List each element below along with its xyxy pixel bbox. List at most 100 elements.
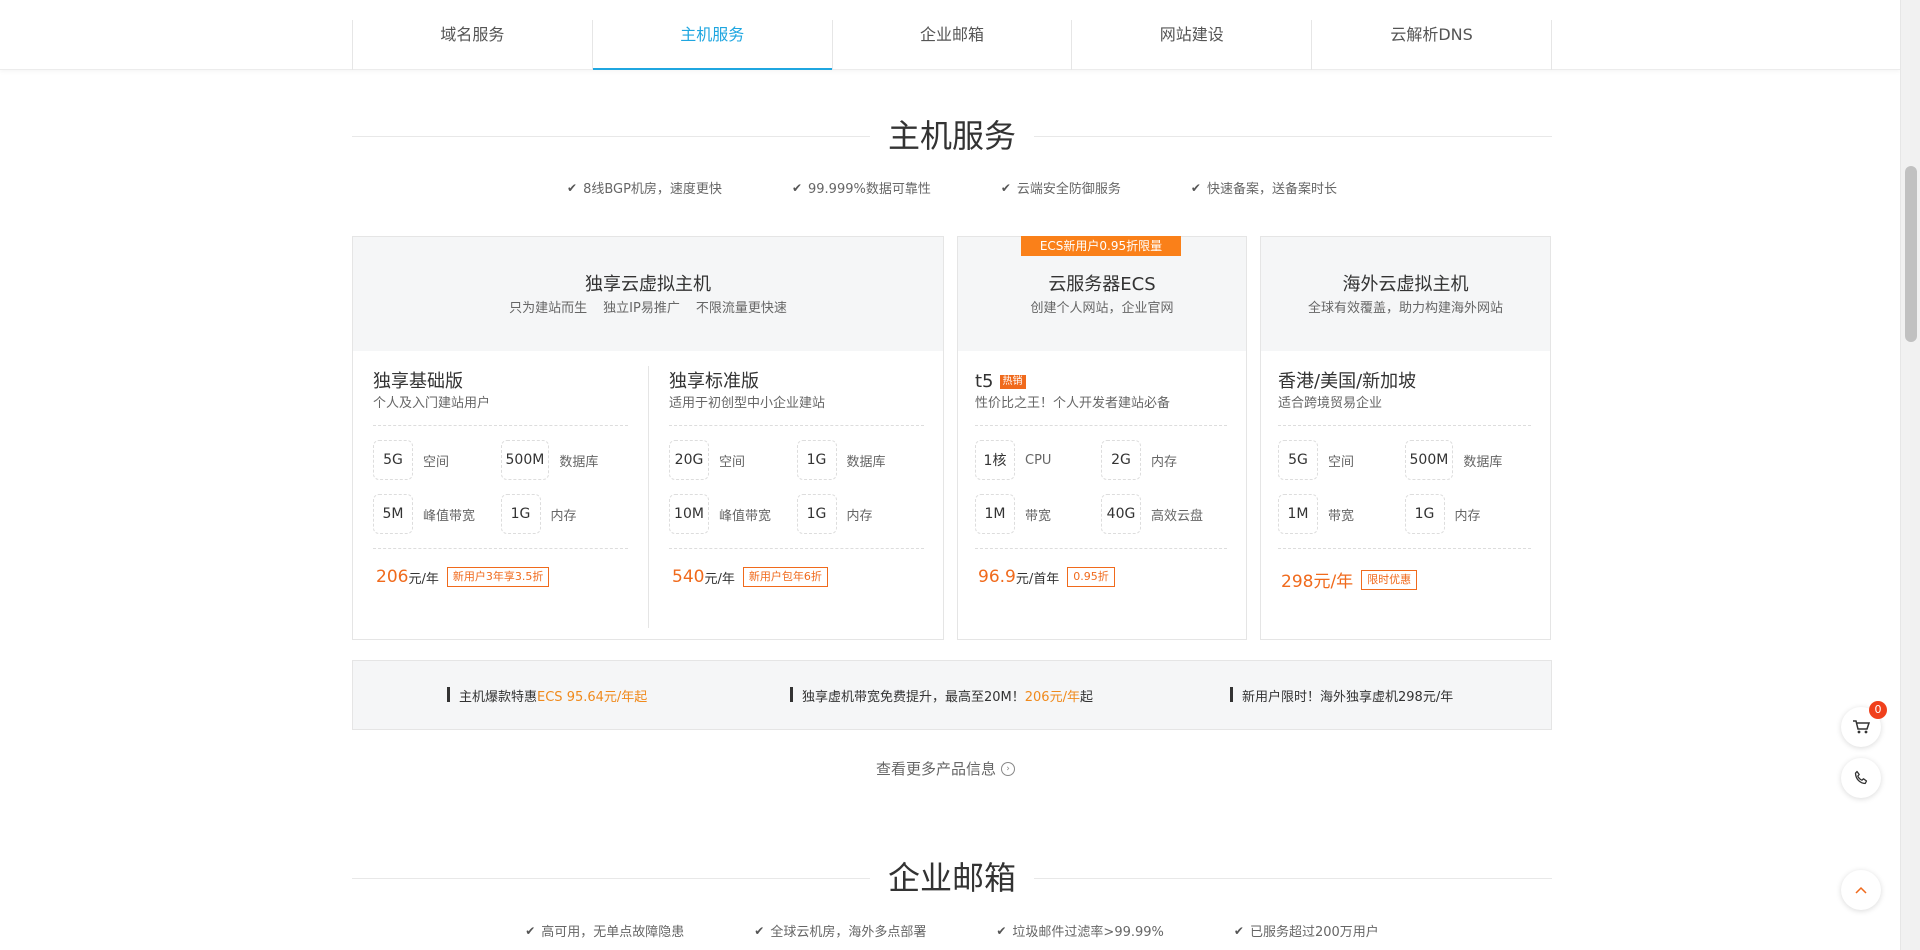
ecs-promo-ribbon: ECS新用户0.95折限量 xyxy=(1021,236,1181,256)
mail-section-heading: 企业邮箱 xyxy=(352,858,1552,898)
chevron-right-icon: › xyxy=(1001,761,1016,776)
spec-item: 1G 内存 xyxy=(1404,494,1532,534)
price-unit: 元/年 xyxy=(408,571,439,587)
card-desc: 全球有效覆盖，助力构建海外网站 xyxy=(1307,301,1503,316)
plan-name: 独享标准版 xyxy=(669,371,759,392)
spec-item: 1M 带宽 xyxy=(975,494,1101,534)
check-icon: ✔ xyxy=(1190,180,1201,195)
plan-price: 206 元/年 新用户3年享3.5折 xyxy=(373,567,628,587)
feature-item: ✔ 已服务超过200万用户 xyxy=(1233,923,1379,941)
tab-mail[interactable]: 企业邮箱 xyxy=(831,20,1072,70)
more-products-link[interactable]: 查看更多产品信息 › xyxy=(876,758,1016,779)
plan-t5[interactable]: t5 热销 性价比之王！个人开发者建站必备 1核 CPU 2G 内存 1M 带宽 40G… xyxy=(975,370,1227,587)
spec-item: 500M 数据库 xyxy=(500,440,629,480)
spec-item: 5G 空间 xyxy=(1278,440,1405,480)
plan-specs: 5G 空间 500M 数据库 1M 带宽 1G 内存 xyxy=(1278,440,1531,534)
promo-item[interactable]: 主机爆款特惠ECS 95.64元/年起 xyxy=(447,686,647,705)
plan-specs: 5G 空间 500M 数据库 5M 峰值带宽 1G 内存 xyxy=(373,440,628,534)
hot-badge: 热销 xyxy=(999,375,1026,389)
price-unit: 元/年 xyxy=(704,571,735,587)
plan-basic[interactable]: 独享基础版 个人及入门建站用户 5G 空间 500M 数据库 5M 峰值带宽 1G 内存… xyxy=(373,370,628,587)
check-icon: ✔ xyxy=(567,180,578,195)
feature-item: ✔ 垃圾邮件过滤率>99.99% xyxy=(996,923,1164,941)
card-header: 海外云虚拟主机 全球有效覆盖，助力构建海外网站 xyxy=(1261,237,1550,351)
spec-item: 1G 内存 xyxy=(500,494,629,534)
page-scrollbar[interactable] xyxy=(1900,0,1920,950)
card-desc: 只为建站而生 独立IP易推广 不限流量更快速 xyxy=(509,301,787,316)
spec-item: 1G 内存 xyxy=(796,494,925,534)
check-icon: ✔ xyxy=(996,923,1007,938)
check-icon: ✔ xyxy=(754,923,765,938)
plan-desc: 个人及入门建站用户 xyxy=(373,396,491,411)
host-features: ✔ 8线BGP机房，速度更快 ✔ 99.999%数据可靠性 ✔ 云端安全防御服务 ✔ 快… xyxy=(352,178,1552,198)
cart-button[interactable]: 0 xyxy=(1841,701,1887,747)
check-icon: ✔ xyxy=(525,923,536,938)
plan-price: 298元/年 限时优惠 xyxy=(1278,567,1531,592)
check-icon: ✔ xyxy=(1233,923,1244,938)
tab-domain[interactable]: 域名服务 xyxy=(352,20,592,70)
promo-item[interactable]: 新用户限时！海外独享虚机298元/年 xyxy=(1230,686,1453,705)
chevron-up-icon xyxy=(1855,886,1867,894)
plan-standard[interactable]: 独享标准版 适用于初创型中小企业建站 20G 空间 1G 数据库 10M 峰值带宽 1… xyxy=(669,370,924,587)
tab-dns[interactable]: 云解析DNS xyxy=(1311,20,1552,70)
phone-button[interactable] xyxy=(1841,758,1881,798)
spec-item: 1核 CPU xyxy=(975,440,1101,480)
feature-item: ✔ 99.999%数据可靠性 xyxy=(791,180,931,198)
card-title: 独享云虚拟主机 xyxy=(585,274,711,295)
product-tabs: 域名服务 主机服务 企业邮箱 网站建设 云解析DNS xyxy=(352,20,1552,70)
plan-price: 540 元/年 新用户包年6折 xyxy=(669,567,924,587)
plan-name: 独享基础版 xyxy=(373,371,463,392)
back-to-top-button[interactable] xyxy=(1841,870,1881,910)
cart-icon xyxy=(1853,720,1870,734)
plan-specs: 1核 CPU 2G 内存 1M 带宽 40G 高效云盘 xyxy=(975,440,1227,534)
spec-item: 1M 带宽 xyxy=(1278,494,1405,534)
feature-item: ✔ 全球云机房，海外多点部署 xyxy=(754,923,927,941)
mail-section-title: 企业邮箱 xyxy=(869,858,1035,898)
price-unit: 元/首年 xyxy=(1015,571,1060,587)
price-value: 96.9 xyxy=(978,567,1016,587)
price-value: 298元/年 xyxy=(1281,572,1354,592)
spec-item: 2G 内存 xyxy=(1101,440,1227,480)
plan-price: 96.9 元/首年 0.95折 xyxy=(975,567,1227,587)
feature-item: ✔ 快速备案，送备案时长 xyxy=(1190,180,1337,198)
feature-item: ✔ 高可用，无单点故障隐患 xyxy=(525,923,685,941)
card-title: 海外云虚拟主机 xyxy=(1342,274,1469,295)
spec-item: 40G 高效云盘 xyxy=(1101,494,1227,534)
dashed-divider xyxy=(373,548,628,549)
plan-specs: 20G 空间 1G 数据库 10M 峰值带宽 1G 内存 xyxy=(669,440,924,534)
product-nav-bar: 域名服务 主机服务 企业邮箱 网站建设 云解析DNS xyxy=(0,0,1900,70)
dashed-divider xyxy=(975,548,1227,549)
card-header: 独享云虚拟主机 只为建站而生 独立IP易推广 不限流量更快速 xyxy=(353,237,943,351)
promo-strip: 主机爆款特惠ECS 95.64元/年起 独享虚机带宽免费提升，最高至20M！20… xyxy=(352,660,1552,730)
spec-item: 5G 空间 xyxy=(373,440,501,480)
promo-tag: 0.95折 xyxy=(1067,567,1115,587)
scrollbar-thumb[interactable] xyxy=(1905,166,1917,342)
plan-desc: 适用于初创型中小企业建站 xyxy=(669,396,826,411)
tab-website[interactable]: 网站建设 xyxy=(1071,20,1311,70)
tab-host[interactable]: 主机服务 xyxy=(591,20,832,70)
spec-item: 10M 峰值带宽 xyxy=(669,494,797,534)
check-icon: ✔ xyxy=(791,180,802,195)
check-icon: ✔ xyxy=(1000,180,1011,195)
dashed-divider xyxy=(373,425,628,426)
phone-icon xyxy=(1854,770,1868,785)
plan-name: 香港/美国/新加坡 xyxy=(1278,371,1417,392)
plan-divider xyxy=(648,366,649,628)
spec-item: 500M 数据库 xyxy=(1404,440,1532,480)
plan-overseas[interactable]: 香港/美国/新加坡 适合跨境贸易企业 5G 空间 500M 数据库 1M 带宽 1G 内… xyxy=(1278,370,1531,592)
promo-item[interactable]: 独享虚机带宽免费提升，最高至20M！206元/年起 xyxy=(790,686,1093,705)
dashed-divider xyxy=(975,425,1227,426)
promo-tag: 新用户包年6折 xyxy=(742,567,828,587)
promo-tag: 新用户3年享3.5折 xyxy=(446,567,550,587)
card-title: 云服务器ECS xyxy=(1048,274,1156,295)
mail-features: ✔ 高可用，无单点故障隐患 ✔ 全球云机房，海外多点部署 ✔ 垃圾邮件过滤率>99.9… xyxy=(352,921,1552,941)
dashed-divider xyxy=(1278,548,1531,549)
dashed-divider xyxy=(1278,425,1531,426)
plan-desc: 适合跨境贸易企业 xyxy=(1278,396,1383,411)
price-value: 540 xyxy=(672,567,705,587)
host-section-heading: 主机服务 xyxy=(352,116,1552,156)
feature-item: ✔ 8线BGP机房，速度更快 xyxy=(567,180,722,198)
dashed-divider xyxy=(669,548,924,549)
card-desc: 创建个人网站，企业官网 xyxy=(1030,301,1174,316)
promo-tag: 限时优惠 xyxy=(1361,569,1418,590)
